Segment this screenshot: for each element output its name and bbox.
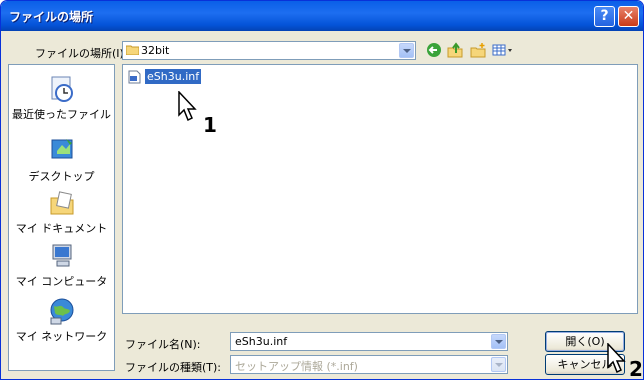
mouse-pointer-icon [177,90,199,126]
location-dropdown-button[interactable] [399,43,414,58]
title-bar[interactable]: ファイルの場所 ? ✕ [1,1,643,31]
filetype-dropdown-button[interactable] [491,357,506,372]
my-computer-icon [48,242,76,270]
places-label-network: マイ ネットワーク [15,330,108,343]
mouse-pointer-icon [606,342,628,378]
help-button[interactable]: ? [594,6,615,27]
places-label-documents: マイ ドキュメント [15,222,108,235]
up-folder-icon[interactable] [447,42,463,58]
file-name: eSh3u.inf [145,69,202,84]
places-label-recent: 最近使ったファイル [12,108,111,121]
callout-number-1: 1 [203,113,217,137]
places-item-network[interactable]: マイ ネットワーク [9,297,114,344]
recent-documents-icon [48,75,76,103]
places-label-computer: マイ コンピュータ [15,275,108,288]
my-network-icon [48,297,76,325]
my-documents-icon [48,189,76,217]
places-label-desktop: デスクトップ [28,170,95,183]
location-value: 32bit [141,44,170,57]
places-item-documents[interactable]: マイ ドキュメント [9,189,114,236]
new-folder-icon[interactable] [470,42,486,58]
location-combo[interactable]: 32bit [122,41,416,60]
file-dialog: ファイルの場所 ? ✕ ファイルの場所(I): 32bit 最近使ったファイル [0,0,644,380]
filetype-combo[interactable]: セットアップ情報 (*.inf) [230,355,508,374]
view-menu-icon[interactable] [492,42,514,58]
file-list[interactable]: eSh3u.inf 1 [122,64,638,314]
folder-icon [125,45,140,56]
filetype-value: セットアップ情報 (*.inf) [235,360,358,373]
desktop-icon [48,137,76,165]
filetype-label: ファイルの種類(T): [125,361,222,374]
filename-label: ファイル名(N): [125,338,201,351]
inf-file-icon [128,70,142,84]
filename-value: eSh3u.inf [235,335,288,348]
location-label: ファイルの場所(I): [35,47,128,60]
places-item-desktop[interactable]: デスクトップ [9,137,114,184]
dialog-title: ファイルの場所 [9,10,94,24]
callout-number-2: 2 [629,357,643,380]
places-bar: 最近使ったファイル デスクトップ マイ ドキュメント マイ コンピュータ マイ … [8,64,115,371]
close-button[interactable]: ✕ [618,6,639,27]
places-item-computer[interactable]: マイ コンピュータ [9,242,114,289]
filename-input[interactable]: eSh3u.inf [230,332,508,351]
filename-dropdown-button[interactable] [491,334,506,349]
back-icon[interactable] [426,42,442,58]
places-item-recent[interactable]: 最近使ったファイル [9,75,114,122]
